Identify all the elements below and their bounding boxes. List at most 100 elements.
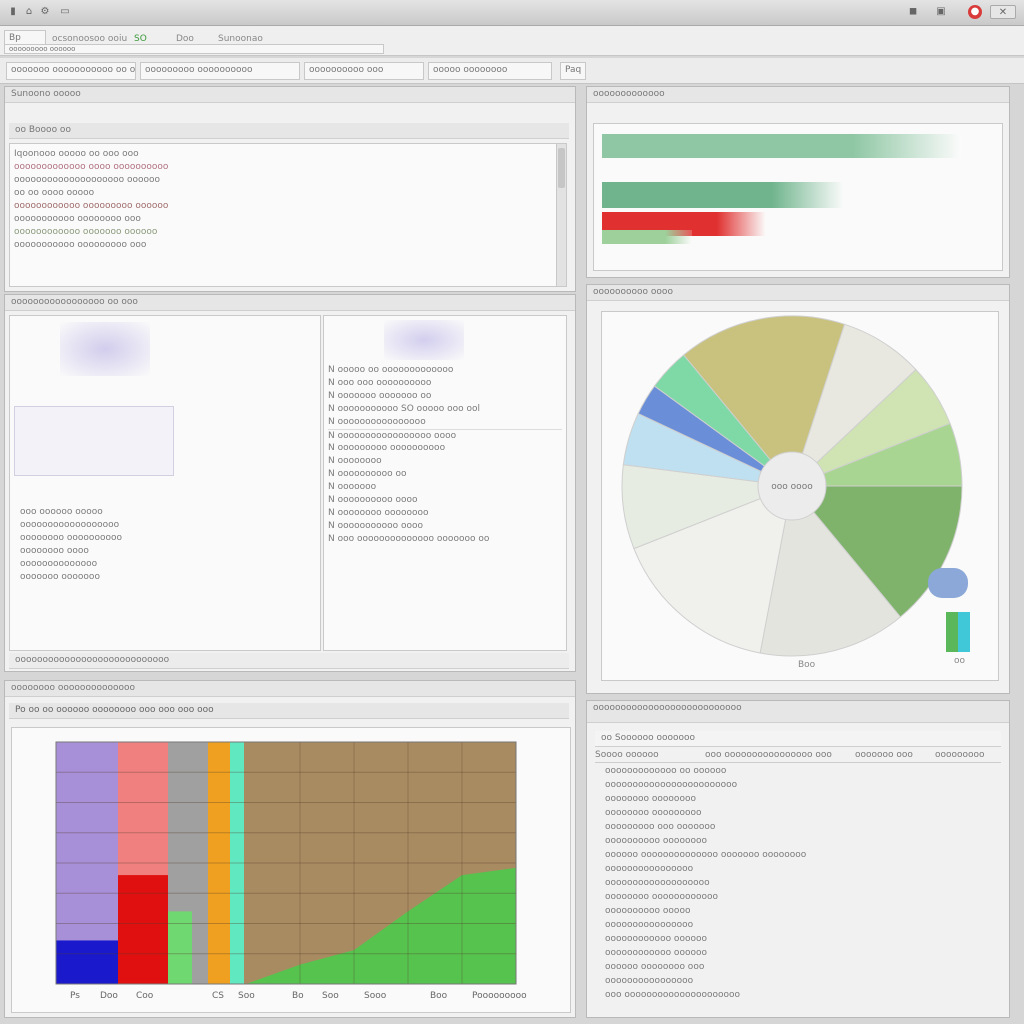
table-row[interactable]: oooooooooooo ooooooo oooooo: [14, 226, 562, 239]
app-icon: ▮: [10, 6, 16, 17]
list-item[interactable]: oooooooo oooooooooo: [20, 532, 310, 545]
detail-row[interactable]: N ooooooooooooooooo oooo: [328, 429, 562, 442]
list-item[interactable]: ooooooooooooo oo oooooo: [605, 765, 995, 779]
list-item[interactable]: oooooooooo ooooo: [605, 905, 995, 919]
legend-swatch-green: [946, 612, 958, 652]
band-red: [118, 875, 168, 984]
middle-left-list: ooo oooooo ooooo oooooooooooooooooo oooo…: [9, 315, 321, 651]
column-header[interactable]: ooooooo ooo: [855, 749, 935, 762]
list-item[interactable]: oooooooooooooooooooooooo: [605, 779, 995, 793]
stack-panel-toolbar[interactable]: Po oo oo oooooo oooooooo ooo ooo ooo ooo: [9, 703, 569, 719]
table-row[interactable]: Iqoonooo ooooo oo ooo ooo: [14, 148, 562, 161]
detail-row[interactable]: N ooooo oo ooooooooooooo: [328, 364, 562, 377]
menu-item-4[interactable]: Sunoonao: [218, 34, 278, 44]
bar-chart-area: [593, 123, 1003, 271]
table-row[interactable]: ooooooooooooo oooo oooooooooo: [14, 161, 562, 174]
pie-center-label: ooo oooo: [771, 482, 813, 492]
selection-box[interactable]: [14, 406, 174, 476]
scrollbar-thumb[interactable]: [558, 148, 565, 188]
list-item[interactable]: oooooooooooooooooo: [20, 519, 310, 532]
table-row[interactable]: oooooooooooo ooooooooo oooooo: [14, 200, 562, 213]
menu-search-field[interactable]: ooooooooo oooooo: [4, 44, 384, 54]
toolbar-field-0[interactable]: ooooooo ooooooooooo oo oooo: [6, 62, 136, 80]
table-row[interactable]: ooooooooooo ooooooooo ooo: [14, 239, 562, 252]
list-item[interactable]: oooooooooooooooo: [605, 975, 995, 989]
bar-row-1: [602, 182, 844, 208]
legend-swatch-blue: [928, 568, 968, 598]
table-row[interactable]: ooooooooooo oooooooo ooo: [14, 213, 562, 226]
bar-row-0: [602, 134, 961, 158]
menu-item-2[interactable]: SO: [134, 34, 154, 44]
list-item[interactable]: oooooooooo oooooooo: [605, 835, 995, 849]
detail-row[interactable]: N ooooooooooo oooo: [328, 520, 562, 533]
x-tick-label: Sooo: [364, 991, 387, 1001]
list-item[interactable]: oooooooo oooooooooooo: [605, 891, 995, 905]
band-blue: [56, 940, 118, 984]
toolbar-field-1[interactable]: ooooooooo oooooooooo: [140, 62, 300, 80]
toolbar-field-3[interactable]: ooooo oooooooo: [428, 62, 552, 80]
legend-swatch-cyan: [958, 612, 970, 652]
pie-chart: ooo oooo: [621, 315, 963, 657]
column-header[interactable]: ooooooooo: [935, 749, 1001, 762]
detail-row[interactable]: N ooo ooo oooooooooo: [328, 377, 562, 390]
list-item[interactable]: oooooooo ooooooooo: [605, 807, 995, 821]
detail-row[interactable]: N oooooooooo oo: [328, 468, 562, 481]
detail-row[interactable]: N ooooooooo oooooooooo: [328, 442, 562, 455]
list-item[interactable]: ooooooo ooooooo: [20, 571, 310, 584]
detail-row[interactable]: N ooo oooooooooooooo ooooooo oo: [328, 533, 562, 546]
list-item[interactable]: oooooooooooooooo: [605, 863, 995, 877]
x-tick-label: Soo: [238, 991, 255, 1001]
close-icon[interactable]: ✕: [990, 5, 1016, 19]
detail-row[interactable]: N ooooooooooo SO ooooo ooo ool: [328, 403, 562, 416]
list-item[interactable]: ooooooooooooooooooo: [605, 877, 995, 891]
list-item[interactable]: oooooooooooo oooooo: [605, 947, 995, 961]
record-icon[interactable]: ●: [968, 5, 982, 19]
x-tick-label: Bo: [292, 991, 304, 1001]
list-item[interactable]: oooooooooooooo: [20, 558, 310, 571]
detail-row[interactable]: N ooooooo ooooooo oo: [328, 390, 562, 403]
list-item[interactable]: oooooooooooo oooooo: [605, 933, 995, 947]
menu-bar: Bp ocsonoosoo ooiu SO Doo Sunoonao ooooo…: [0, 26, 1024, 56]
list-item[interactable]: oooooooooooooooo: [605, 919, 995, 933]
window-icon[interactable]: ▣: [934, 5, 948, 19]
toolbar-field-2[interactable]: oooooooooo ooo: [304, 62, 424, 80]
detail-row[interactable]: N oooooooo: [328, 455, 562, 468]
top-left-table: Iqoonooo ooooo oo ooo ooo ooooooooooooo …: [9, 143, 567, 287]
bar-panel: ooooooooooooo: [586, 86, 1010, 278]
right-list-rows: ooooooooooooo oo oooooo ooooooooooooooooo…: [605, 765, 995, 1003]
detail-row[interactable]: N oooooooooooooooo: [328, 416, 562, 429]
right-list-columns: Soooo oooooo ooo oooooooooooooooo ooo oo…: [595, 749, 1001, 763]
column-header[interactable]: Soooo oooooo: [595, 749, 705, 762]
band-green-small: [168, 911, 192, 984]
middle-left-panel-header: ooooooooooooooooo oo ooo: [5, 295, 575, 311]
list-item[interactable]: ooo oooooo ooooo: [20, 506, 310, 519]
table-row[interactable]: oo oo oooo ooooo: [14, 187, 562, 200]
detail-row[interactable]: N ooooooo: [328, 481, 562, 494]
settings-icon[interactable]: ⚙: [38, 5, 52, 19]
detail-preview: [384, 320, 464, 360]
table-row[interactable]: oooooooooooooooooooo oooooo: [14, 174, 562, 187]
list-item[interactable]: oooooo oooooooo ooo: [605, 961, 995, 975]
column-header[interactable]: ooo oooooooooooooooo ooo: [705, 749, 855, 762]
list-item[interactable]: oooooooo oooooooo: [605, 793, 995, 807]
middle-left-footer: oooooooooooooooooooooooooooo: [9, 653, 569, 669]
pie-panel-title: oooooooooo oooo: [587, 285, 1009, 301]
scrollbar[interactable]: [556, 144, 566, 286]
nav-icon[interactable]: ⌂: [22, 5, 36, 19]
x-tick-label: Soo: [322, 991, 339, 1001]
list-item[interactable]: ooooooooo ooo ooooooo: [605, 821, 995, 835]
top-left-sub-header: oo Boooo oo: [9, 123, 569, 139]
detail-row[interactable]: N oooooooooo oooo: [328, 494, 562, 507]
folder-icon[interactable]: ▭: [58, 5, 72, 19]
list-item[interactable]: oooooooo oooo: [20, 545, 310, 558]
menu-item-3[interactable]: Doo: [176, 34, 202, 44]
list-item[interactable]: oooooo oooooooooooooo ooooooo oooooooo: [605, 849, 995, 863]
list-item[interactable]: ooo ooooooooooooooooooooo: [605, 989, 995, 1003]
camera-icon[interactable]: ◼: [902, 5, 924, 19]
right-list-title: ooooooooooooooooooooooooooo: [587, 701, 1009, 723]
middle-detail-list: N ooooo oo ooooooooooooo N ooo ooo ooooo…: [323, 315, 567, 651]
bar-panel-title: ooooooooooooo: [587, 87, 1009, 103]
detail-row[interactable]: N oooooooo oooooooo: [328, 507, 562, 520]
toolbar-button[interactable]: Paq: [560, 62, 586, 80]
menu-item-1[interactable]: ocsonoosoo ooiu: [52, 34, 128, 44]
